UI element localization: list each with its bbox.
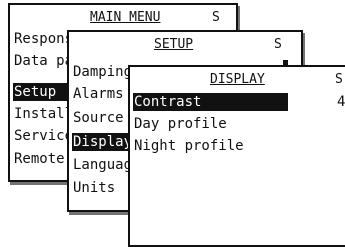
display-item-contrast[interactable]: Contrast	[133, 93, 288, 111]
display-status-indicator: S	[335, 72, 343, 87]
menu-item-setup[interactable]: Setup	[13, 83, 74, 101]
display-item-day-profile[interactable]: Day profile	[133, 115, 345, 133]
main-menu-title: MAIN MENU	[90, 10, 161, 25]
display-item-night-profile[interactable]: Night profile	[133, 137, 345, 155]
setup-title: SETUP	[154, 37, 194, 52]
display-title: DISPLAY	[210, 72, 265, 87]
display-window: DISPLAY S Contrast 4 Day profile Night p…	[128, 65, 345, 247]
setup-item-display[interactable]: Display	[72, 133, 133, 151]
contrast-value: 4	[337, 94, 345, 110]
setup-status-indicator: S	[274, 37, 282, 52]
main-menu-status-indicator: S	[212, 10, 220, 25]
